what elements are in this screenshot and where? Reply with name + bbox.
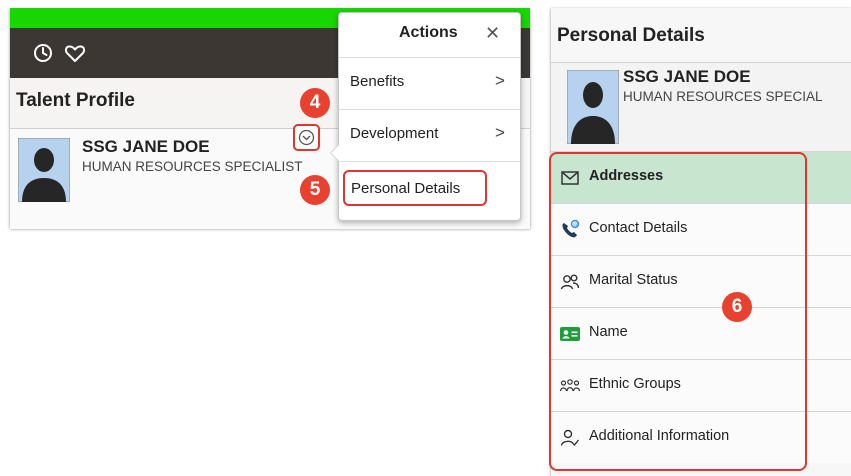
menu-item-label: Benefits xyxy=(350,73,405,90)
employee-job-title: HUMAN RESOURCES SPECIALIST xyxy=(82,159,303,174)
step-callout-4: 4 xyxy=(300,88,330,118)
menu-item-development[interactable]: Development > xyxy=(339,109,520,161)
avatar xyxy=(18,138,70,202)
chevron-right-icon: > xyxy=(495,71,505,90)
employee-card: SSG JANE DOE HUMAN RESOURCES SPECIAL xyxy=(551,62,851,151)
history-icon[interactable] xyxy=(30,40,56,66)
page-title: Personal Details xyxy=(557,25,705,46)
menu-item-benefits[interactable]: Benefits > xyxy=(339,57,520,109)
highlight-box xyxy=(343,170,487,206)
heart-icon[interactable] xyxy=(62,40,88,66)
actions-menu: Actions ✕ Benefits > Development > Perso… xyxy=(330,12,521,221)
avatar xyxy=(567,70,619,144)
step-callout-5: 5 xyxy=(300,175,330,205)
close-icon[interactable]: ✕ xyxy=(485,23,500,44)
actions-dropdown-button[interactable] xyxy=(293,124,320,151)
page-title: Talent Profile xyxy=(16,90,135,111)
step-callout-6: 6 xyxy=(722,292,752,322)
employee-job-title: HUMAN RESOURCES SPECIAL xyxy=(623,89,823,104)
chevron-right-icon: > xyxy=(495,123,505,142)
highlight-box xyxy=(549,152,807,471)
chevron-down-circle-icon xyxy=(298,129,315,146)
menu-item-label: Development xyxy=(350,125,439,142)
employee-name: SSG JANE DOE xyxy=(82,137,210,156)
actions-menu-title: Actions xyxy=(399,24,458,41)
employee-name: SSG JANE DOE xyxy=(623,67,751,86)
